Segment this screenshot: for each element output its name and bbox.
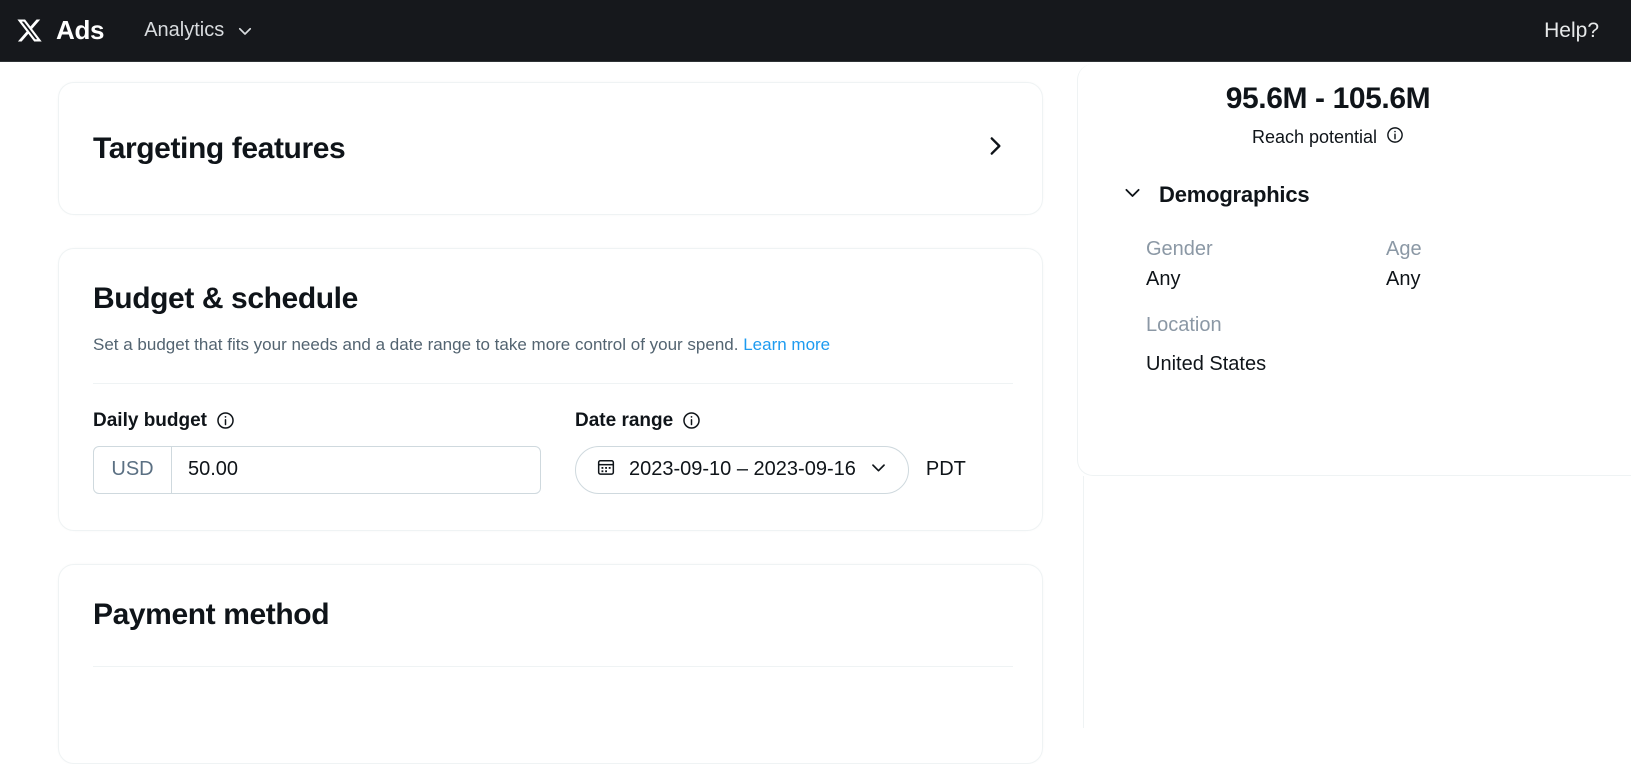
demographics-fields: Gender Any Age Any Location United State…	[1146, 234, 1626, 379]
chevron-down-icon	[236, 22, 254, 40]
demographics-section-header[interactable]: Demographics	[1122, 182, 1631, 208]
reach-potential-block: 95.6M - 105.6M Reach potential	[1078, 64, 1578, 149]
nav-item-analytics[interactable]: Analytics	[144, 19, 254, 42]
budget-schedule-card: Budget & schedule Set a budget that fits…	[58, 248, 1043, 531]
currency-prefix: USD	[94, 446, 172, 493]
page-body: Targeting features Budget & schedule Set…	[0, 62, 1631, 764]
budget-schedule-title: Budget & schedule	[93, 282, 358, 315]
brand-home-link[interactable]: Ads	[16, 0, 105, 61]
reach-potential-value: 95.6M - 105.6M	[1225, 82, 1431, 115]
gender-value: Any	[1146, 268, 1181, 290]
reach-potential-caption-row: Reach potential	[1078, 126, 1578, 149]
demographics-field-age: Age Any	[1386, 234, 1626, 294]
info-icon[interactable]	[216, 411, 235, 430]
chevron-down-icon[interactable]	[1122, 182, 1143, 208]
targeting-features-card[interactable]: Targeting features	[58, 82, 1043, 215]
chevron-down-icon[interactable]	[869, 458, 888, 482]
date-range-picker[interactable]: 2023-09-10 – 2023-09-16	[575, 445, 909, 494]
date-range-label: Date range	[575, 409, 674, 431]
timezone-label: PDT	[925, 458, 966, 481]
budget-fields-row: Daily budget USD 50.00 Date range 2023-0…	[93, 410, 1008, 494]
date-range-field: Date range 2023-09-10 – 2023-09-16 PDT	[575, 410, 966, 494]
nav-item-analytics-label: Analytics	[144, 19, 225, 41]
targeting-features-title: Targeting features	[93, 131, 346, 165]
main-content-column: Targeting features Budget & schedule Set…	[58, 82, 1043, 764]
panel-divider	[1083, 476, 1084, 728]
location-label: Location	[1146, 314, 1222, 336]
x-logo-icon	[16, 17, 43, 44]
help-link[interactable]: Help?	[1544, 19, 1599, 43]
date-range-value: 2023-09-10 – 2023-09-16	[629, 458, 856, 481]
daily-budget-input[interactable]	[172, 446, 540, 493]
demographics-row: Gender Any Age Any	[1146, 234, 1626, 294]
demographics-title: Demographics	[1159, 182, 1310, 207]
info-icon[interactable]	[1386, 126, 1404, 149]
payment-method-card: Payment method	[58, 563, 1043, 764]
payment-method-title: Payment method	[93, 597, 330, 631]
age-label: Age	[1386, 238, 1422, 260]
reach-potential-caption: Reach potential	[1251, 127, 1378, 147]
daily-budget-label-row: Daily budget	[93, 410, 541, 432]
reach-summary-panel: 95.6M - 105.6M Reach potential Demograph…	[1077, 64, 1631, 476]
calendar-icon	[596, 457, 616, 482]
demographics-field-location: Location United States	[1146, 310, 1421, 379]
date-range-row: 2023-09-10 – 2023-09-16 PDT	[575, 445, 966, 494]
daily-budget-field: Daily budget USD	[93, 410, 541, 494]
chevron-right-icon[interactable]	[982, 133, 1008, 164]
payment-divider	[93, 665, 1013, 667]
top-navigation-bar: Ads Analytics Help?	[0, 0, 1631, 62]
info-icon[interactable]	[682, 411, 701, 430]
budget-schedule-description: Set a budget that fits your needs and a …	[93, 334, 1008, 357]
location-value: United States	[1146, 353, 1267, 375]
brand-label: Ads	[56, 15, 105, 45]
budget-description-text: Set a budget that fits your needs and a …	[93, 335, 739, 354]
demographics-row: Location United States	[1146, 310, 1626, 379]
budget-divider	[93, 382, 1013, 384]
gender-label: Gender	[1146, 238, 1213, 260]
demographics-field-gender: Gender Any	[1146, 234, 1386, 294]
learn-more-link[interactable]: Learn more	[743, 335, 830, 354]
age-value: Any	[1386, 268, 1421, 290]
date-range-label-row: Date range	[575, 410, 966, 432]
daily-budget-label: Daily budget	[93, 409, 208, 431]
daily-budget-input-group[interactable]: USD	[93, 445, 541, 494]
